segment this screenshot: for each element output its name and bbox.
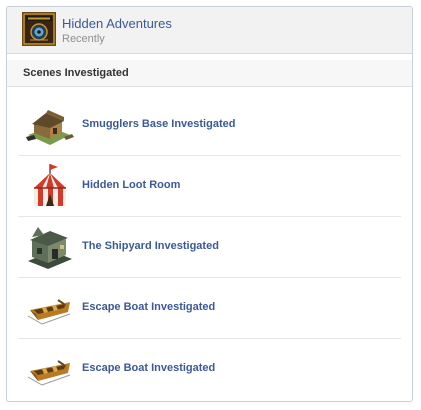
item-label[interactable]: Escape Boat Investigated [82,362,215,374]
circus-tent-icon [24,162,76,210]
escape-boat-icon [24,284,76,332]
list-item[interactable]: Smugglers Base Investigated [18,95,401,156]
scene-list: Smugglers Base Investigated Hidden Loot … [7,87,412,399]
smugglers-base-icon [24,101,76,149]
list-item[interactable]: Escape Boat Investigated [18,339,401,399]
list-item[interactable]: Escape Boat Investigated [18,278,401,339]
item-label[interactable]: The Shipyard Investigated [82,240,219,252]
escape-boat-icon [24,345,76,393]
hidden-adventures-app-icon[interactable] [22,12,56,46]
item-label[interactable]: Escape Boat Investigated [82,301,215,313]
shipyard-building-icon [24,223,76,271]
app-header: Hidden Adventures Recently [7,7,412,54]
item-label[interactable]: Hidden Loot Room [82,179,180,191]
app-name-link[interactable]: Hidden Adventures [62,16,172,31]
app-activity-time: Recently [62,33,105,45]
list-item[interactable]: Hidden Loot Room [18,156,401,217]
list-item[interactable]: The Shipyard Investigated [18,217,401,278]
section-title: Scenes Investigated [7,60,412,87]
app-activity-card: Hidden Adventures Recently Scenes Invest… [6,6,413,402]
item-label[interactable]: Smugglers Base Investigated [82,118,235,130]
